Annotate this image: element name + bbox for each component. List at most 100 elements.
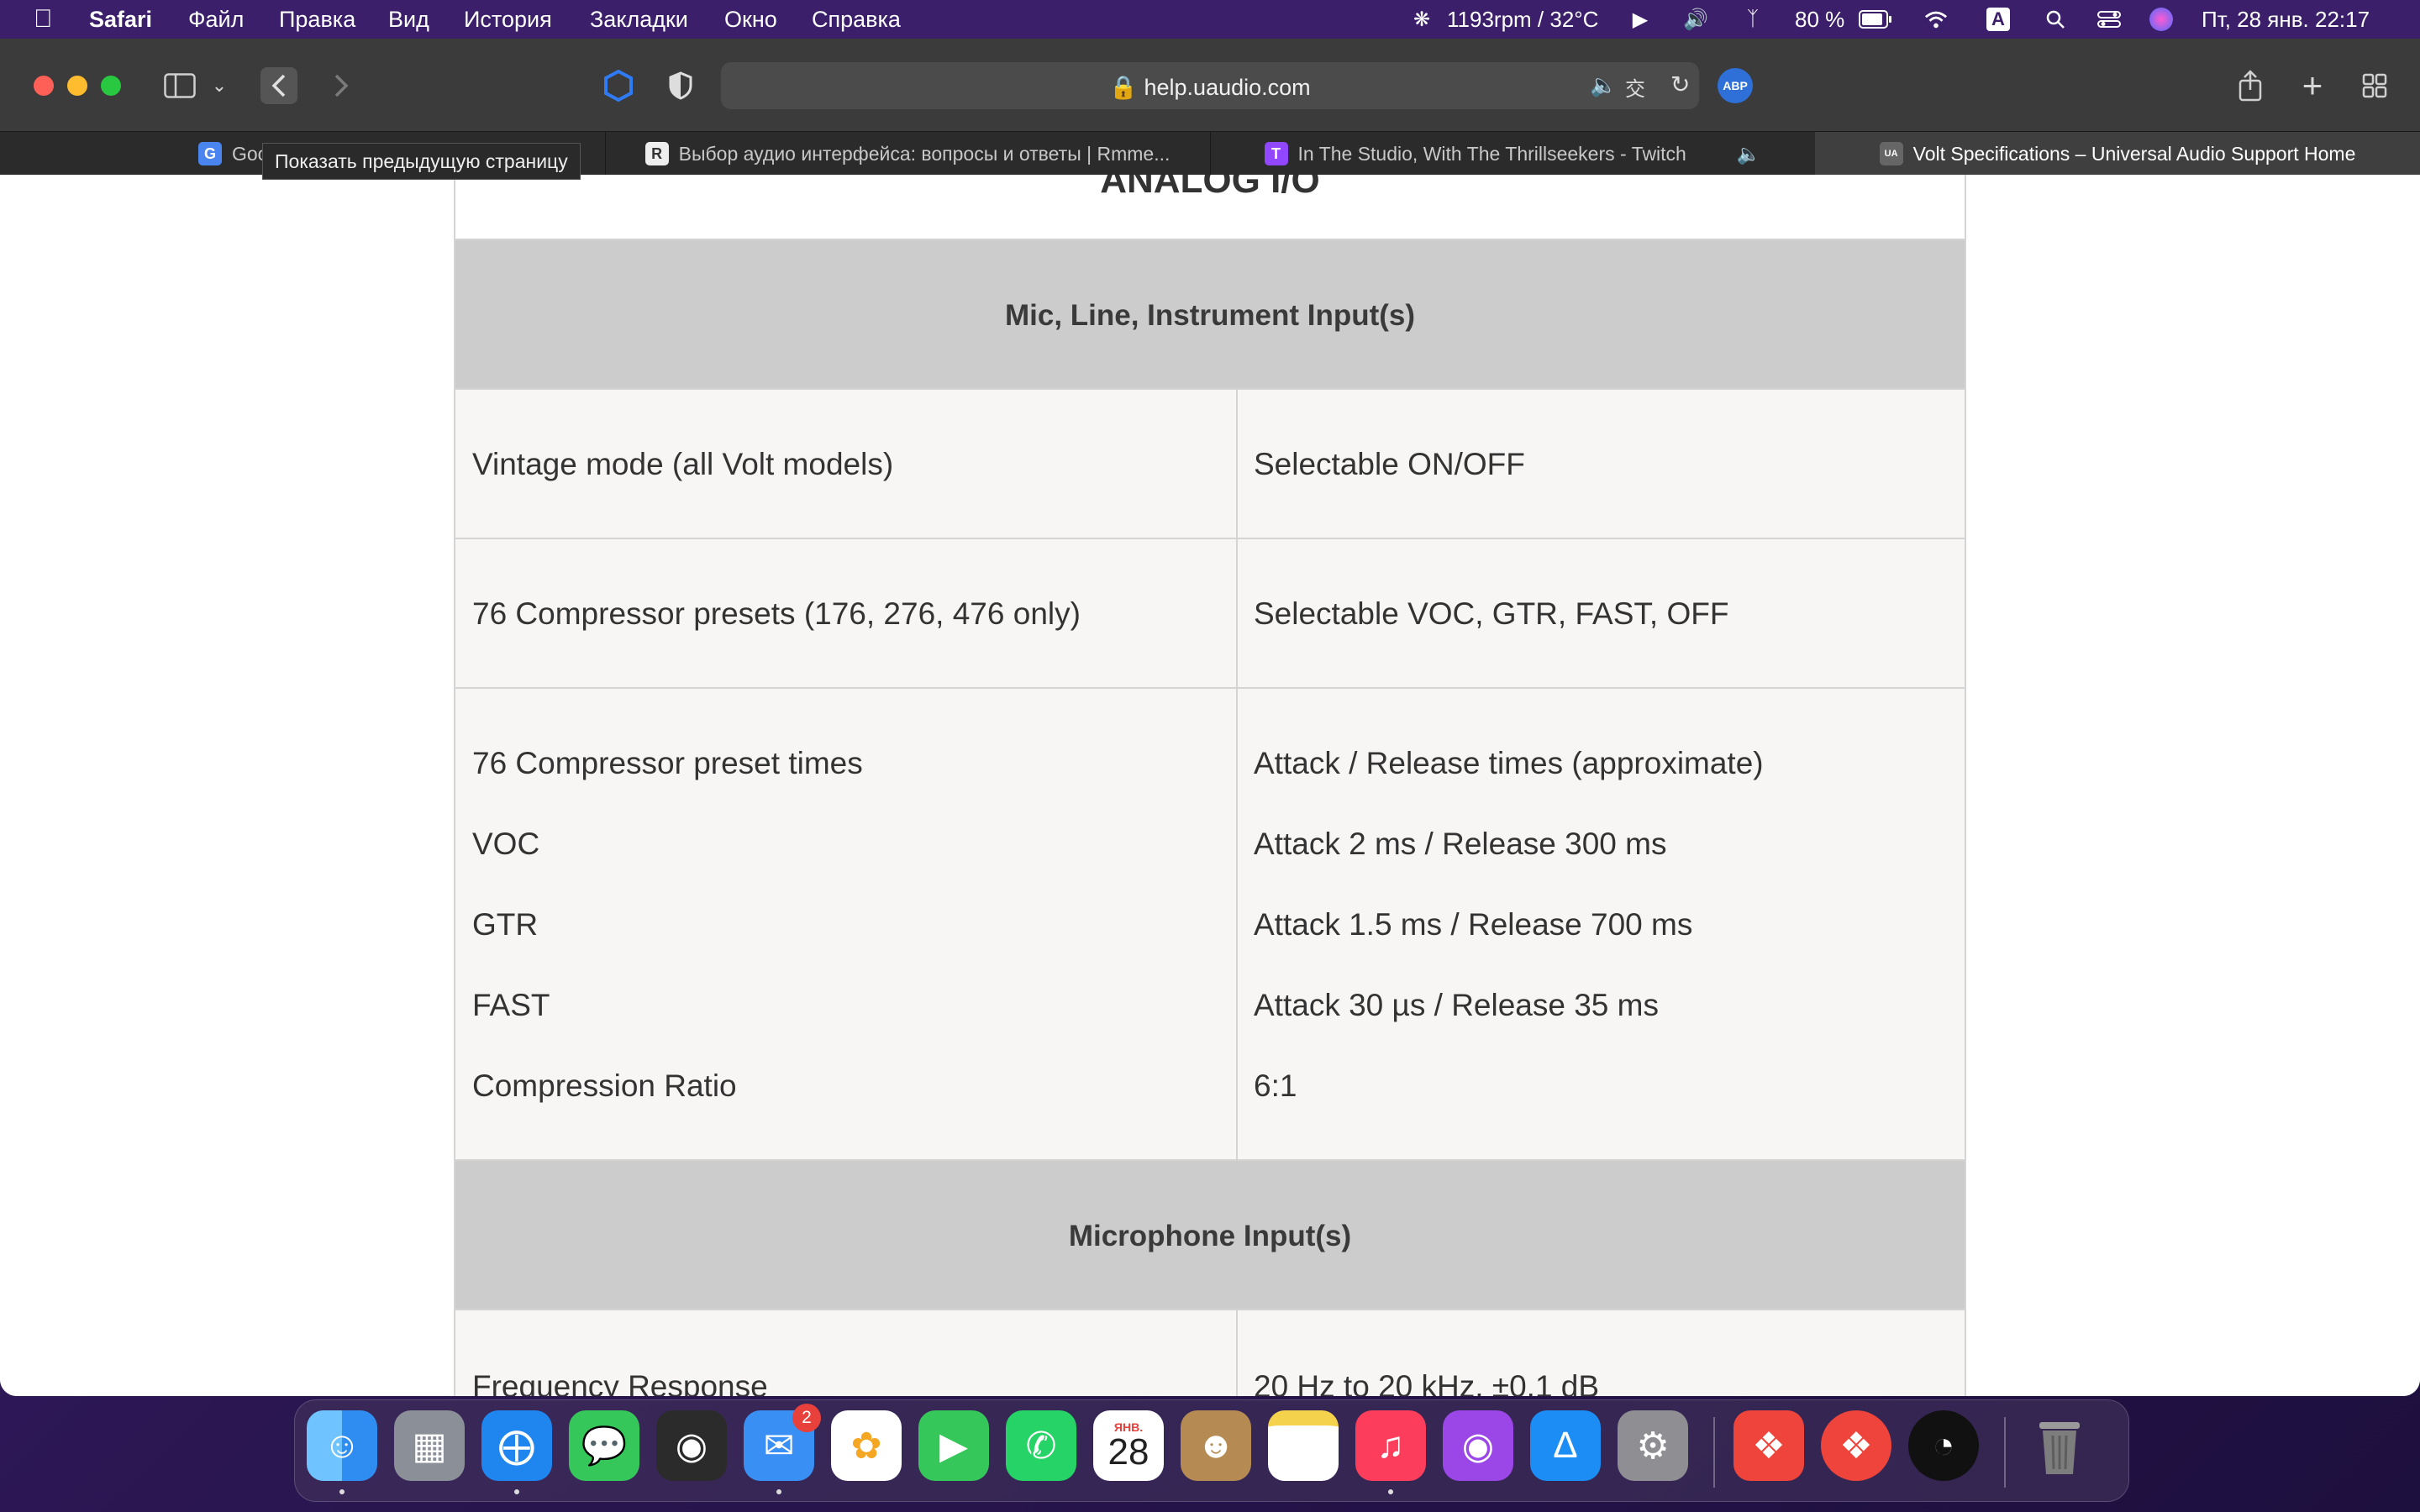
running-indicator [1388, 1489, 1393, 1494]
spec-value: Attack 2 ms / Release 300 ms [1254, 827, 1667, 861]
table-row: 76 Compressor preset times VOC GTR FAST … [454, 687, 1966, 1161]
menu-bar:  Safari Файл Правка Вид История Закладк… [0, 0, 2420, 39]
music-icon[interactable]: ♫ [1355, 1410, 1426, 1481]
browser-toolbar: ⌄ 🔒 help.uaudio.com 🔈 交 ↻ ABP + [0, 39, 2420, 131]
new-tab-icon[interactable]: + [2294, 66, 2331, 105]
podcasts-icon[interactable]: ◉ [1443, 1410, 1513, 1481]
menu-file[interactable]: Файл [188, 7, 244, 33]
control-center-icon[interactable] [2097, 8, 2121, 31]
minimize-window-button[interactable] [67, 76, 87, 96]
fan-status[interactable]: 1193rpm / 32°C [1447, 7, 1598, 33]
dock-separator [2004, 1417, 2006, 1488]
spec-value: 20 Hz to 20 kHz, ±0.1 dB [1254, 1369, 1600, 1396]
app-store-icon[interactable]: ∆ [1530, 1410, 1601, 1481]
zoom-window-button[interactable] [101, 76, 121, 96]
running-indicator [339, 1489, 345, 1494]
bluetooth-icon[interactable]: ᛉ [1741, 8, 1765, 31]
menu-help[interactable]: Справка [812, 7, 901, 33]
volume-icon[interactable]: 🔊 [1683, 8, 1708, 31]
translate-icon[interactable]: 交 [1625, 72, 1645, 102]
tab-rmme[interactable]: R Выбор аудио интерфейса: вопросы и отве… [605, 132, 1211, 176]
battery-percent[interactable]: 80 % [1795, 7, 1844, 33]
siri-icon[interactable] [2149, 8, 2173, 31]
menu-edit[interactable]: Правка [279, 7, 355, 33]
url-text[interactable]: 🔒 help.uaudio.com [721, 74, 1699, 101]
tab-overview-icon[interactable] [2356, 67, 2393, 104]
notes-icon[interactable] [1268, 1410, 1339, 1481]
close-window-button[interactable] [34, 76, 54, 96]
google-translate-favicon-icon: G [197, 142, 222, 165]
cell-divider [1236, 1310, 1238, 1396]
whatsapp-icon[interactable]: ✆ [1006, 1410, 1076, 1481]
speedtest-icon[interactable]: ◔ [1908, 1410, 1979, 1481]
ua-favicon-icon: UA [1879, 142, 1903, 165]
facetime-icon[interactable]: ▶ [918, 1410, 989, 1481]
trash-icon[interactable] [2024, 1410, 2095, 1481]
spec-name: GTR [472, 907, 539, 942]
anydesk-icon[interactable]: ❖ [1733, 1410, 1804, 1481]
spec-name: Frequency Response [472, 1369, 768, 1396]
twitch-favicon-icon: T [1264, 142, 1288, 165]
menu-bookmarks[interactable]: Закладки [590, 7, 688, 33]
group-header-mic-line-instrument: Mic, Line, Instrument Input(s) [1004, 299, 1416, 332]
spec-value: Selectable ON/OFF [1254, 447, 1525, 481]
tab-volt-specifications[interactable]: UA Volt Specifications – Universal Audio… [1815, 132, 2420, 176]
photos-icon[interactable]: ✿ [831, 1410, 902, 1481]
reload-icon[interactable]: ↻ [1670, 71, 1690, 98]
contacts-icon[interactable]: ☻ [1181, 1410, 1251, 1481]
mail-badge: 2 [792, 1404, 821, 1432]
address-bar[interactable]: 🔒 help.uaudio.com 🔈 交 ↻ [721, 62, 1699, 109]
input-source-icon[interactable]: A [1986, 8, 2010, 31]
sidebar-toggle-icon[interactable] [161, 67, 198, 104]
adblock-icon[interactable]: ABP [1718, 68, 1753, 103]
running-indicator [776, 1489, 781, 1494]
apple-menu-icon[interactable]:  [34, 5, 53, 34]
battery-icon[interactable] [1859, 8, 1892, 31]
tab-twitch[interactable]: T In The Studio, With The Thrillseekers … [1210, 132, 1816, 176]
menu-history[interactable]: История [464, 7, 552, 33]
system-preferences-icon[interactable]: ⚙ [1618, 1410, 1688, 1481]
group-header-row: Mic, Line, Instrument Input(s) [454, 239, 1966, 390]
calendar-icon[interactable]: ЯНВ. 28 [1093, 1410, 1164, 1481]
messages-icon[interactable]: 💬 [569, 1410, 639, 1481]
audio-playing-icon[interactable]: 🔈 [1590, 72, 1617, 98]
launchpad-icon[interactable]: ▦ [394, 1410, 465, 1481]
menu-window[interactable]: Окно [724, 7, 777, 33]
section-title: ANALOG I/O [1100, 175, 1320, 201]
tab-title: Выбор аудио интерфейса: вопросы и ответы… [678, 142, 1171, 165]
fan-icon[interactable]: ❋ [1410, 8, 1434, 31]
spec-name: VOC [472, 827, 540, 861]
spec-value: Attack 1.5 ms / Release 700 ms [1254, 907, 1693, 942]
cell-divider [1236, 539, 1238, 687]
safari-window: ⌄ 🔒 help.uaudio.com 🔈 交 ↻ ABP + G R Выбо… [0, 39, 2420, 1396]
spec-name: FAST [472, 988, 550, 1022]
chevron-down-icon[interactable]: ⌄ [207, 67, 232, 104]
logic-pro-icon[interactable]: ◉ [656, 1410, 727, 1481]
url-value: help.uaudio.com [1144, 75, 1311, 100]
now-playing-icon[interactable]: ▶ [1628, 8, 1652, 31]
running-indicator [514, 1489, 519, 1494]
wifi-icon[interactable] [1924, 8, 1948, 31]
tab-audio-icon[interactable]: 🔈 [1737, 143, 1761, 165]
anydesk-alt-icon[interactable]: ❖ [1821, 1410, 1891, 1481]
group-header-microphone: Microphone Input(s) [1068, 1220, 1352, 1252]
spec-name: Compression Ratio [472, 1068, 737, 1103]
menu-app-name[interactable]: Safari [89, 7, 152, 33]
rmme-favicon-icon: R [644, 142, 669, 165]
privacy-shield-icon[interactable] [662, 67, 699, 104]
safari-icon[interactable]: ⨁ [481, 1410, 552, 1481]
finder-icon[interactable]: ☺ [307, 1410, 377, 1481]
spotlight-icon[interactable] [2044, 8, 2067, 31]
clock[interactable]: Пт, 28 янв. 22:17 [2202, 7, 2370, 33]
menu-view[interactable]: Вид [388, 7, 429, 33]
spec-name: Vintage mode (all Volt models) [472, 447, 894, 481]
back-button[interactable] [260, 67, 297, 104]
mail-icon[interactable]: ✉ 2 [744, 1404, 821, 1481]
table-row: Frequency Response 20 Hz to 20 kHz, ±0.1… [454, 1309, 1966, 1396]
lock-icon: 🔒 [1109, 75, 1138, 100]
forward-button[interactable] [323, 67, 360, 104]
back-button-tooltip: Показать предыдущую страницу [262, 143, 581, 180]
extension-hexagon-icon[interactable] [600, 67, 637, 104]
tab-title: In The Studio, With The Thrillseekers - … [1297, 142, 1686, 165]
share-icon[interactable] [2232, 67, 2269, 104]
